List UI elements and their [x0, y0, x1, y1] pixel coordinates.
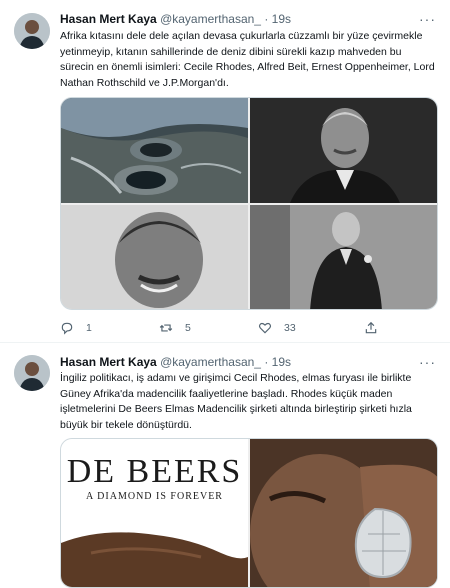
de-beers-ad-photo[interactable]: DE BEERS A DIAMOND IS FOREVER — [61, 439, 248, 587]
ad-slogan-text: A DIAMOND IS FOREVER — [86, 491, 223, 502]
avatar[interactable] — [14, 13, 50, 49]
tweet-header: Hasan Mert Kaya @kayamerthasan_ · 19s ··… — [60, 353, 436, 371]
tweet-text: İngiliz politikacı, iş adamı ve girişimc… — [60, 372, 412, 431]
diamond-image — [250, 439, 437, 587]
portrait-image — [250, 205, 437, 309]
hand-image — [61, 532, 248, 587]
ad-brand-text: DE BEERS — [66, 453, 243, 490]
timestamp[interactable]: 19s — [272, 355, 291, 369]
tweet-media-grid[interactable] — [60, 97, 438, 310]
retweet-count: 5 — [185, 322, 191, 334]
portrait-image — [61, 205, 248, 309]
tweet-header: Hasan Mert Kaya @kayamerthasan_ · 19s ··… — [60, 10, 436, 28]
portrait-photo-1[interactable] — [250, 98, 437, 203]
diamond-photo[interactable] — [250, 439, 437, 587]
reply-count: 1 — [86, 322, 92, 334]
mine-aerial-photo[interactable] — [61, 98, 248, 203]
tweet-actions: 1 5 33 — [60, 319, 390, 337]
avatar[interactable] — [14, 355, 50, 391]
portrait-image — [250, 98, 437, 203]
retweet-button[interactable]: 5 — [159, 319, 191, 337]
reply-button[interactable]: 1 — [60, 319, 92, 337]
tweet-text: Afrika kıtasını dele dele açılan devasa … — [60, 30, 435, 89]
tweet-media-grid[interactable]: DE BEERS A DIAMOND IS FOREVER — [60, 438, 438, 588]
portrait-photo-3[interactable] — [250, 205, 437, 309]
like-icon — [258, 322, 272, 334]
tweet[interactable]: Hasan Mert Kaya @kayamerthasan_ · 19s ··… — [0, 343, 450, 588]
more-options-icon[interactable]: ··· — [419, 10, 436, 28]
like-count: 33 — [284, 322, 296, 334]
more-options-icon[interactable]: ··· — [419, 353, 436, 371]
tweet[interactable]: Hasan Mert Kaya @kayamerthasan_ · 19s ··… — [0, 0, 450, 343]
separator: · — [264, 355, 269, 369]
like-button[interactable]: 33 — [258, 319, 296, 337]
author-handle[interactable]: @kayamerthasan_ — [160, 12, 261, 26]
portrait-photo-2[interactable] — [61, 205, 248, 309]
share-icon — [365, 321, 377, 334]
author-name[interactable]: Hasan Mert Kaya — [60, 355, 157, 369]
share-button[interactable] — [364, 319, 378, 337]
author-name[interactable]: Hasan Mert Kaya — [60, 12, 157, 26]
mine-aerial-image — [61, 98, 248, 203]
reply-icon — [61, 322, 73, 335]
separator: · — [264, 12, 269, 26]
timestamp[interactable]: 19s — [272, 12, 291, 26]
avatar-image — [14, 355, 50, 391]
retweet-icon — [159, 324, 173, 332]
author-handle[interactable]: @kayamerthasan_ — [160, 355, 261, 369]
avatar-image — [14, 13, 50, 49]
